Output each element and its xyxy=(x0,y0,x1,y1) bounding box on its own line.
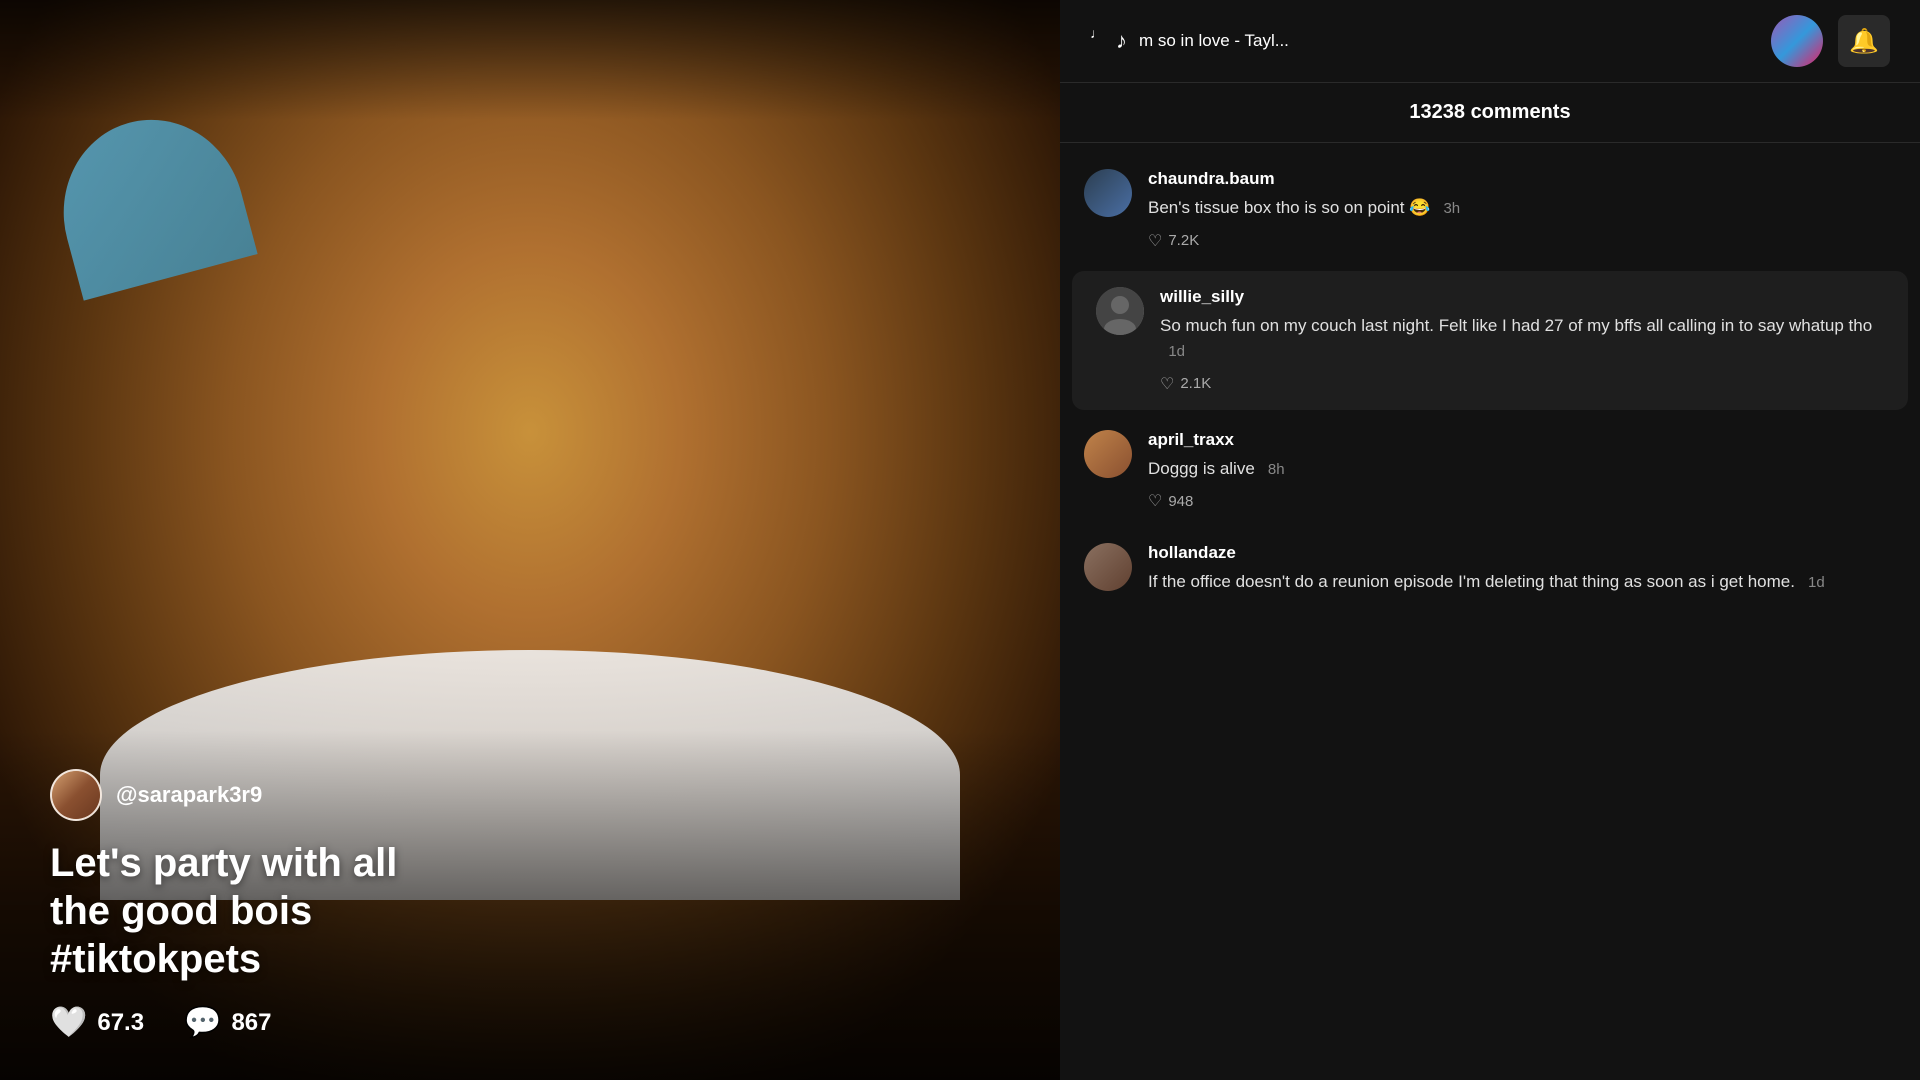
like-count-value: 948 xyxy=(1168,493,1193,510)
video-panel: @sarapark3r9 Let's party with all the go… xyxy=(0,0,1060,1080)
comments-count-bar: 13238 comments xyxy=(1060,83,1920,143)
user-avatar-button[interactable] xyxy=(1771,15,1823,67)
header-buttons: 🔔 xyxy=(1771,15,1890,67)
comment-time: 3h xyxy=(1435,200,1460,217)
comments-panel: ♩ ♪ m so in love - Tayl... 🔔 13238 comme… xyxy=(1060,0,1920,1080)
commenter-username[interactable]: chaundra.baum xyxy=(1148,169,1896,189)
music-note-icon: ♪ xyxy=(1116,28,1127,54)
comment-text: If the office doesn't do a reunion episo… xyxy=(1148,569,1896,595)
creator-avatar[interactable] xyxy=(50,769,102,821)
comment-icon: 💬 xyxy=(184,1005,221,1040)
comment-likes[interactable]: ♡ 948 xyxy=(1148,491,1896,511)
comment-likes[interactable]: ♡ 7.2K xyxy=(1148,231,1896,251)
notification-bell-button[interactable]: 🔔 xyxy=(1838,15,1890,67)
commenter-avatar xyxy=(1096,287,1144,335)
like-count-value: 7.2K xyxy=(1168,232,1199,249)
commenter-avatar xyxy=(1084,169,1132,217)
music-text: m so in love - Tayl... xyxy=(1139,31,1289,51)
comments-count: 13238 comments xyxy=(1409,101,1570,123)
comment-item: chaundra.baum Ben's tissue box tho is so… xyxy=(1060,153,1920,267)
music-note-small-icon: ♩ xyxy=(1090,28,1104,41)
comment-count: 867 xyxy=(231,1009,271,1037)
commenter-avatar xyxy=(1084,430,1132,478)
like-heart-icon: ♡ xyxy=(1160,374,1174,394)
commenter-username[interactable]: hollandaze xyxy=(1148,543,1896,563)
music-ticker: ♩ ♪ m so in love - Tayl... xyxy=(1090,28,1771,54)
comment-time: 1d xyxy=(1800,574,1825,591)
commenter-username[interactable]: willie_silly xyxy=(1160,287,1884,307)
comment-text: Ben's tissue box tho is so on point 😂 3h xyxy=(1148,195,1896,221)
comment-item: april_traxx Doggg is alive 8h ♡ 948 xyxy=(1060,414,1920,528)
comment-body: hollandaze If the office doesn't do a re… xyxy=(1148,543,1896,605)
video-actions: 🤍 67.3 💬 867 xyxy=(50,1005,1010,1040)
like-heart-icon: ♡ xyxy=(1148,231,1162,251)
comment-time: 1d xyxy=(1160,343,1185,360)
creator-username[interactable]: @sarapark3r9 xyxy=(116,782,262,808)
comment-body: willie_silly So much fun on my couch las… xyxy=(1160,287,1884,394)
comment-time: 8h xyxy=(1260,461,1285,478)
comment-item: hollandaze If the office doesn't do a re… xyxy=(1060,527,1920,621)
like-count: 67.3 xyxy=(97,1009,144,1037)
video-caption: Let's party with all the good bois #tikt… xyxy=(50,839,1010,983)
comment-text: Doggg is alive 8h xyxy=(1148,456,1896,482)
comment-body: april_traxx Doggg is alive 8h ♡ 948 xyxy=(1148,430,1896,512)
comment-likes[interactable]: ♡ 2.1K xyxy=(1160,374,1884,394)
commenter-avatar xyxy=(1084,543,1132,591)
commenter-username[interactable]: april_traxx xyxy=(1148,430,1896,450)
bell-icon: 🔔 xyxy=(1849,27,1879,56)
like-action[interactable]: 🤍 67.3 xyxy=(50,1005,144,1040)
comments-list[interactable]: chaundra.baum Ben's tissue box tho is so… xyxy=(1060,143,1920,1080)
heart-icon: 🤍 xyxy=(50,1005,87,1040)
like-heart-icon: ♡ xyxy=(1148,491,1162,511)
like-count-value: 2.1K xyxy=(1180,375,1211,392)
user-info: @sarapark3r9 xyxy=(50,769,1010,821)
comment-action[interactable]: 💬 867 xyxy=(184,1005,271,1040)
video-overlay: @sarapark3r9 Let's party with all the go… xyxy=(0,739,1060,1080)
comment-text: So much fun on my couch last night. Felt… xyxy=(1160,313,1884,364)
comments-header-bar: ♩ ♪ m so in love - Tayl... 🔔 xyxy=(1060,0,1920,83)
comment-item-highlighted: willie_silly So much fun on my couch las… xyxy=(1072,271,1908,410)
comment-body: chaundra.baum Ben's tissue box tho is so… xyxy=(1148,169,1896,251)
